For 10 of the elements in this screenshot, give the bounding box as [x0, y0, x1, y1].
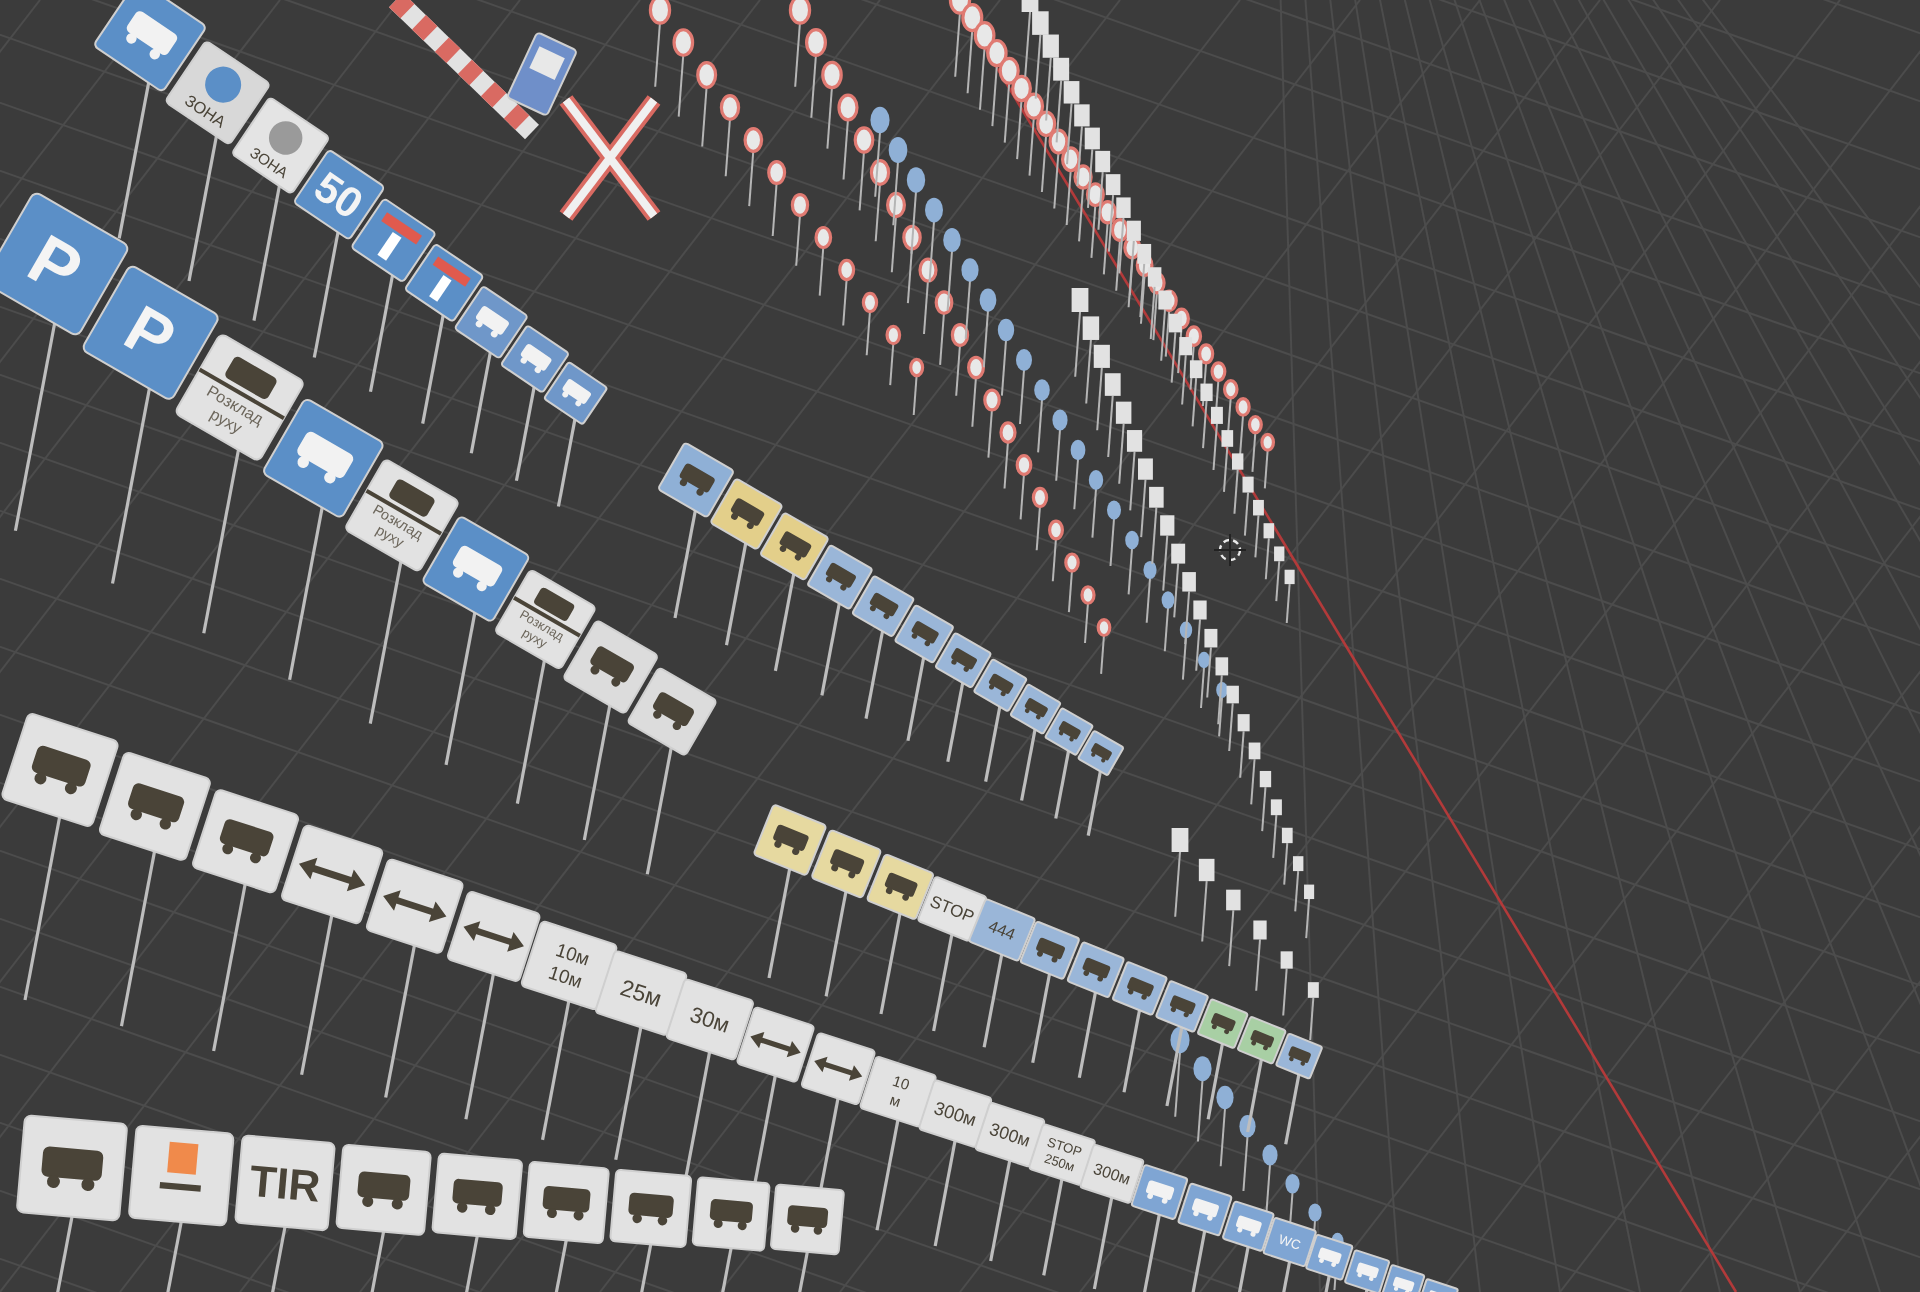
sign-text: 444 [985, 917, 1018, 945]
road-sign: TIR [234, 1134, 336, 1232]
sign-text: 25м [616, 977, 664, 1013]
sign-text: STOP [927, 890, 978, 927]
sign-text: 300м [987, 1118, 1033, 1151]
sign-text: 30м [686, 1003, 732, 1039]
road-sign: P [0, 190, 131, 338]
sign-text: 300м [931, 1097, 979, 1131]
sign-text: 300м [1091, 1160, 1133, 1189]
sign-text: 10м [545, 962, 585, 994]
